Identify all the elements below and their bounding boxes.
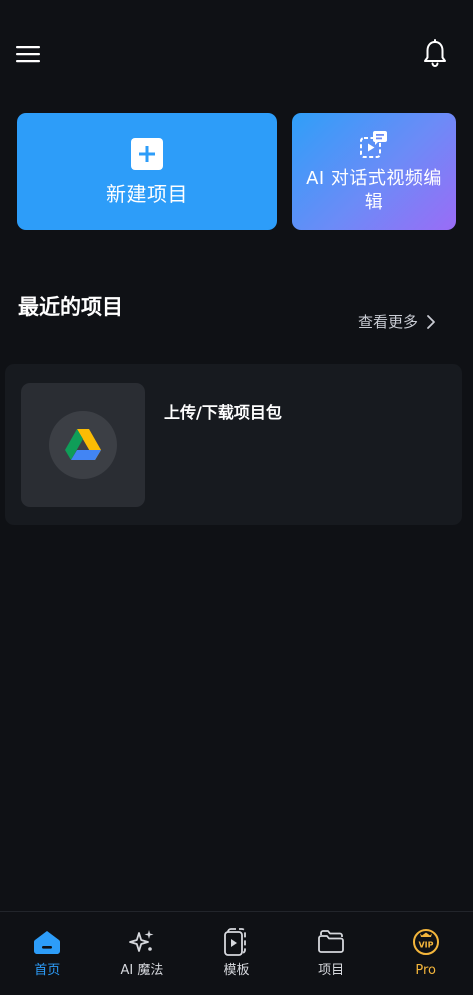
nav-label-ai-magic: AI 魔法: [120, 963, 164, 978]
notifications-button[interactable]: [419, 38, 451, 70]
sparkles-icon: [128, 928, 156, 956]
folder-icon: [317, 928, 345, 956]
nav-label-home: 首页: [34, 963, 61, 978]
google-drive-icon: [49, 411, 117, 479]
hamburger-menu-icon: [16, 46, 40, 63]
bell-icon: [424, 39, 446, 68]
see-more-label: 查看更多: [358, 313, 419, 331]
nav-item-templates[interactable]: 模板: [189, 912, 284, 995]
ai-video-edit-label: AI 对话式视频编辑: [306, 167, 442, 213]
home-icon: [33, 928, 61, 956]
nav-item-home[interactable]: 首页: [0, 912, 95, 995]
chat-video-icon: [360, 130, 387, 158]
project-thumbnail: [21, 383, 145, 507]
bottom-navigation: 首页 AI 魔法 模板 项目 VIP Pro: [0, 911, 473, 995]
project-name: 上传/下载项目包: [164, 403, 282, 422]
nav-label-projects: 项目: [318, 963, 345, 978]
new-project-button[interactable]: 新建项目: [17, 113, 277, 230]
nav-item-pro[interactable]: VIP Pro: [378, 912, 473, 995]
chevron-right-icon: [427, 315, 435, 329]
plus-icon: [131, 137, 163, 170]
nav-label-pro: Pro: [415, 963, 436, 978]
new-project-label: 新建项目: [106, 181, 188, 206]
nav-item-ai-magic[interactable]: AI 魔法: [95, 912, 190, 995]
project-item-upload-download[interactable]: 上传/下载项目包: [5, 364, 462, 525]
template-icon: [222, 928, 250, 956]
top-bar: [0, 0, 473, 110]
see-more-link[interactable]: 查看更多: [358, 310, 436, 334]
recent-projects-title: 最近的项目: [18, 295, 123, 319]
nav-label-templates: 模板: [223, 963, 250, 978]
svg-text:VIP: VIP: [418, 941, 433, 950]
ai-video-edit-button[interactable]: AI 对话式视频编辑: [292, 113, 456, 230]
vip-badge-icon: VIP: [412, 928, 440, 956]
nav-item-projects[interactable]: 项目: [284, 912, 379, 995]
menu-button[interactable]: [12, 38, 44, 70]
